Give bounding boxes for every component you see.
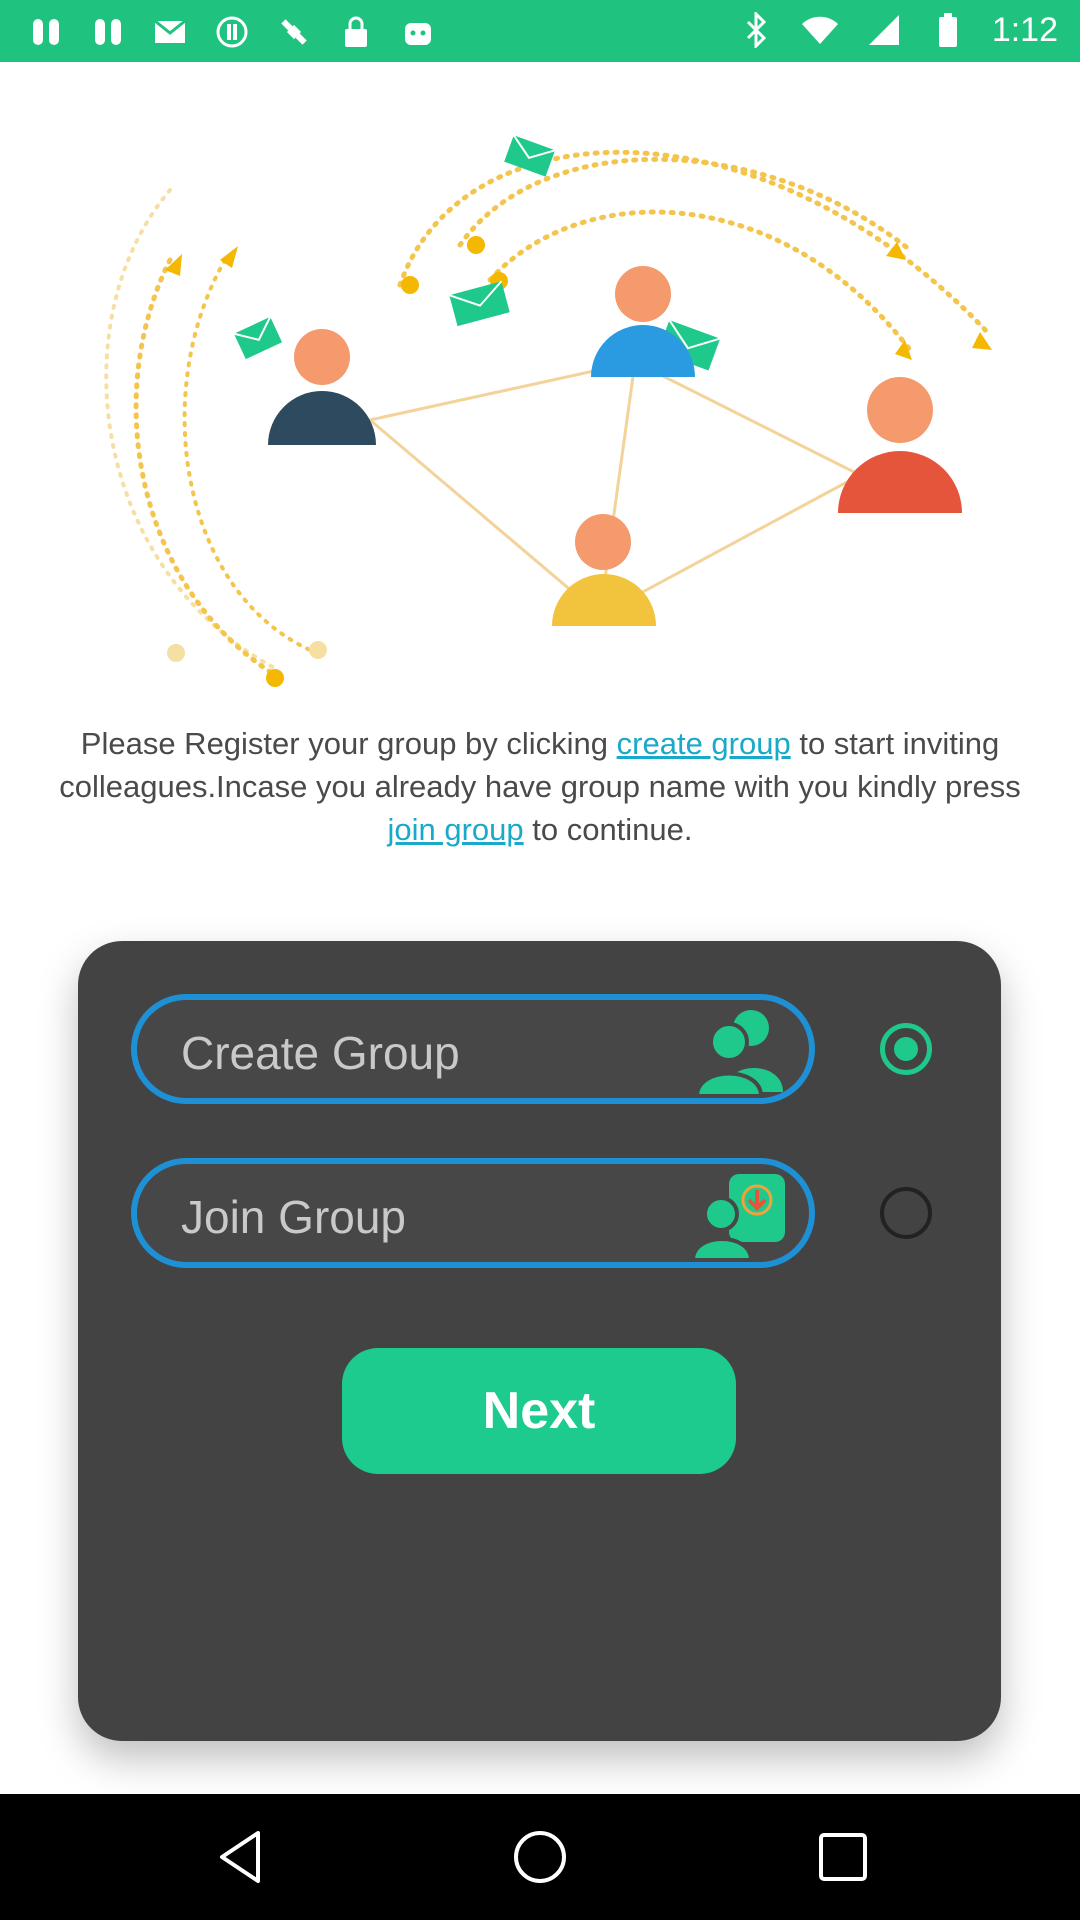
signal-icon [864,10,904,50]
wifi-icon [800,10,840,50]
back-icon[interactable] [210,1827,270,1887]
join-group-option[interactable]: Join Group [131,1158,815,1268]
battery-icon [928,10,968,50]
create-group-icon [694,1010,783,1098]
clock: 1:12 [991,10,1058,49]
home-icon[interactable] [510,1827,570,1887]
slack-icon [26,12,66,52]
slack-icon [88,12,128,52]
group-network-illustration [104,134,993,687]
lock-icon [336,12,376,52]
create-group-label: Create Group [181,1027,460,1079]
create-group-radio[interactable] [880,1023,932,1075]
bluetooth-icon [736,10,776,50]
satellite-icon [274,12,314,52]
join-group-label: Join Group [181,1191,407,1243]
status-bar: 1:12 [0,0,1080,62]
join-group-link[interactable]: join group [387,812,523,847]
navigation-bar [0,1794,1080,1920]
android-icon [398,12,438,52]
radio-selected-dot [894,1037,918,1061]
join-group-icon [691,1174,785,1262]
gmail-icon [150,12,190,52]
create-group-link[interactable]: create group [617,726,791,761]
join-group-radio[interactable] [880,1187,932,1239]
instruction-text: Please Register your group by clicking c… [59,726,1021,847]
next-button[interactable]: Next [342,1348,736,1474]
recent-apps-icon[interactable] [813,1827,873,1887]
create-group-option[interactable]: Create Group [131,994,815,1104]
p-icon [212,12,252,52]
